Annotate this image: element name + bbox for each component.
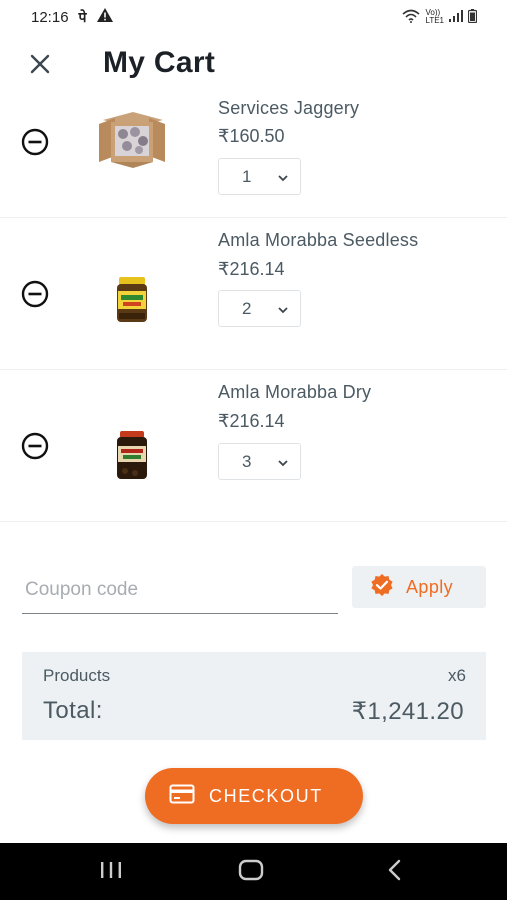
system-nav-bar [0,843,507,900]
chevron-down-icon [277,456,289,474]
cardboard-box-image [99,112,165,168]
signal-icon [449,9,463,25]
back-button[interactable] [380,859,410,885]
status-left: 12:16 पे [31,8,113,27]
minus-circle-icon [20,280,50,313]
amla-jar-dark-image [117,431,147,479]
wifi-icon [402,9,420,26]
item-name: Amla Morabba Dry [218,382,372,402]
quantity-value: 2 [242,298,252,318]
home-button[interactable] [236,859,266,885]
quantity-select[interactable]: 2 [218,290,301,327]
item-name: Amla Morabba Seedless [218,230,419,250]
products-label: Products [43,666,111,685]
quantity-select[interactable]: 1 [218,158,301,195]
warning-icon [96,8,113,26]
remove-item-button[interactable] [20,127,50,157]
cart-item: Amla Morabba Seedless ₹216.14 2 [0,218,507,370]
quantity-value: 1 [242,166,252,186]
credit-card-icon [169,784,195,809]
coupon-code-input[interactable] [22,566,338,614]
apply-coupon-button[interactable]: Apply [352,566,486,608]
status-right: Vo)) LTE1 [402,8,478,26]
quantity-select[interactable]: 3 [218,443,301,480]
cart-item: Amla Morabba Dry ₹216.14 3 [0,370,507,522]
home-icon [238,859,264,886]
minus-circle-icon [20,432,50,465]
product-image [92,104,172,174]
amla-jar-yellow-image [117,277,147,322]
remove-item-button[interactable] [20,279,50,309]
quantity-value: 3 [242,451,252,471]
chevron-down-icon [277,303,289,321]
order-summary: Products x6 Total: ₹1,241.20 [22,652,486,740]
products-count: x6 [448,666,466,685]
status-bar: 12:16 पे Vo)) LTE1 [0,0,507,34]
item-price: ₹216.14 [218,259,285,279]
product-image [92,265,172,335]
product-image [92,420,172,490]
checkout-button[interactable]: CHECKOUT [145,768,363,824]
recents-icon [99,861,123,884]
checkout-label: CHECKOUT [209,785,323,806]
minus-circle-icon [20,128,50,161]
item-price: ₹216.14 [218,411,285,431]
recents-button[interactable] [96,859,126,885]
devanagari-pe-icon: पे [78,9,87,26]
cart-item: Services Jaggery ₹160.50 1 [0,66,507,218]
network-label: Vo)) LTE1 [425,9,444,25]
remove-item-button[interactable] [20,431,50,461]
item-price: ₹160.50 [218,126,285,146]
network-label-bottom: LTE1 [425,16,444,25]
verified-badge-icon [370,573,394,602]
chevron-down-icon [277,171,289,189]
battery-icon [467,8,478,26]
status-time: 12:16 [31,8,69,26]
total-value: ₹1,241.20 [351,698,464,725]
item-name: Services Jaggery [218,98,360,118]
back-icon [387,859,403,886]
apply-label: Apply [406,576,454,597]
total-label: Total: [43,697,103,724]
